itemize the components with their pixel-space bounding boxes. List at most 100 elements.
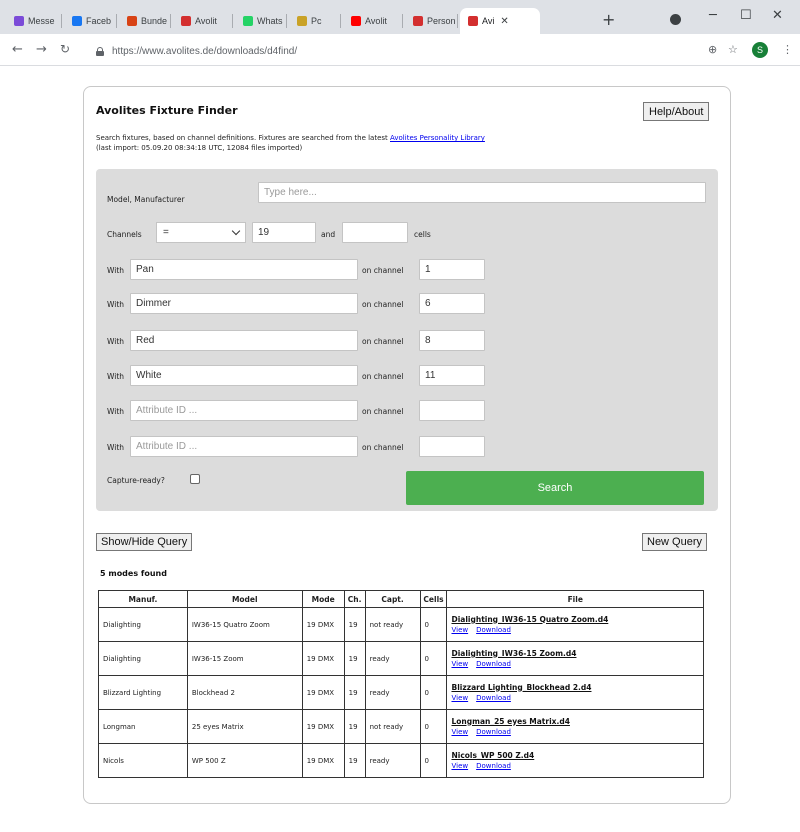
address-bar[interactable]: https://www.avolites.de/downloads/d4find…	[96, 40, 700, 62]
show-hide-query-button[interactable]: Show/Hide Query	[96, 533, 193, 551]
back-icon[interactable]: ←	[12, 42, 23, 57]
model-search-input[interactable]: Type here...	[258, 182, 706, 203]
cells-count-input[interactable]	[342, 222, 408, 243]
browser-tab[interactable]: Avi ✕	[460, 8, 540, 34]
download-link[interactable]: Download	[476, 626, 511, 634]
close-window-icon[interactable]: ✕	[772, 8, 783, 23]
maximize-icon[interactable]: ☐	[740, 8, 752, 23]
browser-toolbar: ← → ↻ https://www.avolites.de/downloads/…	[0, 34, 800, 66]
channel-number-input[interactable]: 1	[419, 259, 485, 280]
new-tab-button[interactable]: +	[602, 12, 615, 28]
channel-number-input[interactable]	[419, 436, 485, 457]
cell-manuf: Longman	[98, 709, 188, 744]
download-link[interactable]: Download	[476, 728, 511, 736]
help-about-button[interactable]: Help/About	[643, 102, 710, 121]
table-row: Blizzard Lighting Blockhead 2 19 DMX 19 read…	[98, 675, 704, 710]
browser-tab-label: Whats	[257, 16, 283, 26]
channel-number-input[interactable]	[419, 400, 485, 421]
view-link[interactable]: View	[451, 694, 468, 702]
capture-ready-checkbox[interactable]	[190, 474, 200, 484]
personality-library-link[interactable]: Avolites Personality Library	[390, 134, 485, 142]
attribute-input[interactable]: White	[130, 365, 358, 386]
view-link[interactable]: View	[451, 660, 468, 668]
browser-tab[interactable]: Pc	[289, 8, 341, 34]
browser-tab[interactable]: Bunde	[119, 8, 171, 34]
view-link[interactable]: View	[451, 762, 468, 770]
browser-tab[interactable]: Avolit	[343, 8, 403, 34]
table-row: Dialighting IW36-15 Zoom 19 DMX 19 ready 0 Dia…	[98, 641, 704, 676]
cell-manuf: Dialighting	[98, 641, 188, 676]
tab-separator	[286, 14, 287, 28]
with-label: With	[107, 372, 125, 381]
file-name-link[interactable]: Dialighting_IW36-15 Zoom.d4	[451, 649, 699, 659]
attribute-input[interactable]: Red	[130, 330, 358, 351]
bundle-icon	[127, 16, 137, 26]
table-row: Dialighting IW36-15 Quatro Zoom 19 DMX 19 no…	[98, 607, 704, 642]
browser-tab-label: Avolit	[195, 16, 217, 26]
channel-number-input[interactable]: 8	[419, 330, 485, 351]
on-channel-label: on channel	[362, 443, 404, 452]
file-name-link[interactable]: Longman_25 eyes Matrix.d4	[451, 717, 699, 727]
new-query-button[interactable]: New Query	[642, 533, 708, 551]
model-label: Model, Manufacturer	[107, 195, 185, 204]
cell-file: Blizzard Lighting_Blockhead 2.d4 View Down…	[446, 675, 704, 710]
browser-tab[interactable]: Person	[405, 8, 458, 34]
cell-capt: not ready	[364, 607, 421, 642]
forward-icon[interactable]: →	[36, 42, 47, 57]
attribute-input[interactable]: Attribute ID ...	[130, 436, 358, 457]
file-name-link[interactable]: Dialighting_IW36-15 Quatro Zoom.d4	[451, 615, 699, 625]
messenger-icon	[14, 16, 24, 26]
cell-mode: 19 DMX	[301, 641, 345, 676]
bookmark-star-icon[interactable]: ☆	[728, 43, 738, 56]
menu-kebab-icon[interactable]: ⋮	[782, 43, 793, 56]
cell-ch: 19	[343, 709, 366, 744]
download-link[interactable]: Download	[476, 762, 511, 770]
avolites-icon	[413, 16, 423, 26]
cell-cells: 0	[419, 675, 448, 710]
view-link[interactable]: View	[451, 728, 468, 736]
cell-file: Nicols_WP 500 Z.d4 View Download	[446, 743, 704, 778]
browser-tab[interactable]: Whats	[235, 8, 287, 34]
file-name-link[interactable]: Nicols_WP 500 Z.d4	[451, 751, 699, 761]
pencil-icon	[297, 16, 307, 26]
attribute-input[interactable]: Pan	[130, 259, 358, 280]
browser-tab[interactable]: Faceb	[64, 8, 117, 34]
fixture-finder-card: Avolites Fixture Finder Help/About Searc…	[83, 86, 731, 804]
media-control-icon[interactable]	[670, 14, 681, 25]
channel-number-input[interactable]: 11	[419, 365, 485, 386]
reload-icon[interactable]: ↻	[60, 42, 70, 56]
zoom-icon[interactable]: ⊕	[708, 43, 717, 56]
cell-ch: 19	[343, 641, 366, 676]
download-link[interactable]: Download	[476, 694, 511, 702]
browser-tab-label: Avolit	[365, 16, 387, 26]
channels-count-input[interactable]: 19	[252, 222, 316, 243]
search-button[interactable]: Search	[406, 471, 704, 505]
cell-ch: 19	[343, 743, 366, 778]
channel-number-input[interactable]: 6	[419, 293, 485, 314]
profile-avatar[interactable]: S	[752, 42, 768, 58]
attribute-input[interactable]: Dimmer	[130, 293, 358, 314]
view-link[interactable]: View	[451, 626, 468, 634]
results-table: Manuf. Model Mode Ch. Capt. Cells File Dialigh…	[98, 590, 704, 778]
tab-separator	[232, 14, 233, 28]
channels-operator-select[interactable]: =	[156, 222, 246, 243]
browser-tab[interactable]: Avolit	[173, 8, 233, 34]
tab-separator	[170, 14, 171, 28]
cell-manuf: Dialighting	[98, 607, 188, 642]
with-label: With	[107, 300, 125, 309]
browser-tab[interactable]: Messe	[6, 8, 62, 34]
download-link[interactable]: Download	[476, 660, 511, 668]
browser-tab-label: Avi	[482, 16, 495, 26]
column-header: Ch.	[343, 590, 366, 608]
minimize-icon[interactable]: ─	[709, 8, 717, 23]
lock-icon[interactable]	[96, 46, 104, 56]
browser-tab-label: Pc	[311, 16, 322, 26]
cell-file: Dialighting_IW36-15 Zoom.d4 View Download	[446, 641, 704, 676]
whatsapp-icon	[243, 16, 253, 26]
file-actions: View Download	[451, 727, 699, 737]
file-name-link[interactable]: Blizzard Lighting_Blockhead 2.d4	[451, 683, 699, 693]
cell-model: IW36-15 Quatro Zoom	[186, 607, 303, 642]
close-tab-icon[interactable]: ✕	[500, 16, 508, 27]
url-text: https://www.avolites.de/downloads/d4find…	[112, 45, 298, 57]
attribute-input[interactable]: Attribute ID ...	[130, 400, 358, 421]
